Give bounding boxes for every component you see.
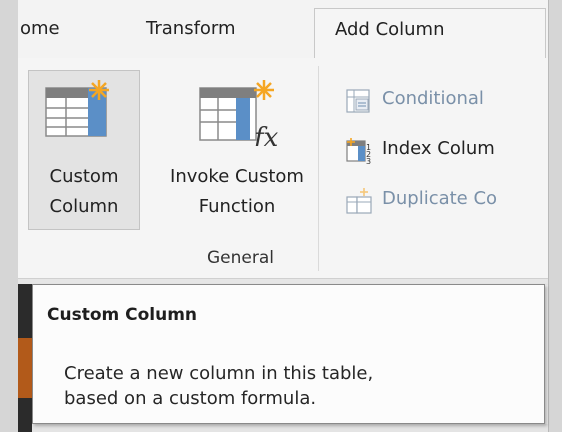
custom-column-label-line2: Column <box>49 196 119 217</box>
invoke-custom-function-label-line1[interactable]: Invoke Custom <box>142 165 332 189</box>
index-column-icon: 1 2 3 <box>346 138 371 164</box>
background-bottom-strip <box>32 424 548 432</box>
duplicate-column-label: Duplicate Co <box>382 188 498 209</box>
svg-text:3: 3 <box>366 157 371 164</box>
index-column-label: Index Colum <box>382 138 495 159</box>
group-label-general: General <box>207 248 274 268</box>
conditional-column-label: Conditional <box>382 88 484 109</box>
duplicate-column-icon <box>346 188 372 214</box>
right-border-line <box>548 0 549 432</box>
tooltip: Custom Column Create a new column in thi… <box>32 284 545 424</box>
tooltip-description-line1: Create a new column in this table, <box>64 363 374 384</box>
background-strip-accent <box>18 338 32 398</box>
tooltip-title: Custom Column <box>47 305 198 325</box>
tab-transform[interactable]: Transform <box>146 18 236 39</box>
left-border <box>0 0 18 432</box>
svg-text:fx: fx <box>252 123 279 146</box>
invoke-custom-function-label-line2[interactable]: Function <box>142 195 332 219</box>
tab-home[interactable]: ome <box>20 18 60 39</box>
tab-add-column[interactable]: Add Column <box>314 8 546 58</box>
conditional-column-icon <box>346 89 370 113</box>
right-border <box>548 0 562 432</box>
fx-function-icon[interactable]: fx <box>198 80 280 146</box>
tooltip-description-line2: based on a custom formula. <box>64 388 317 409</box>
custom-column-label-line1: Custom <box>49 166 119 187</box>
custom-column-icon <box>45 80 109 137</box>
tab-add-column-label: Add Column <box>335 19 445 40</box>
tooltip-description: Create a new column in this table, based… <box>64 361 534 411</box>
